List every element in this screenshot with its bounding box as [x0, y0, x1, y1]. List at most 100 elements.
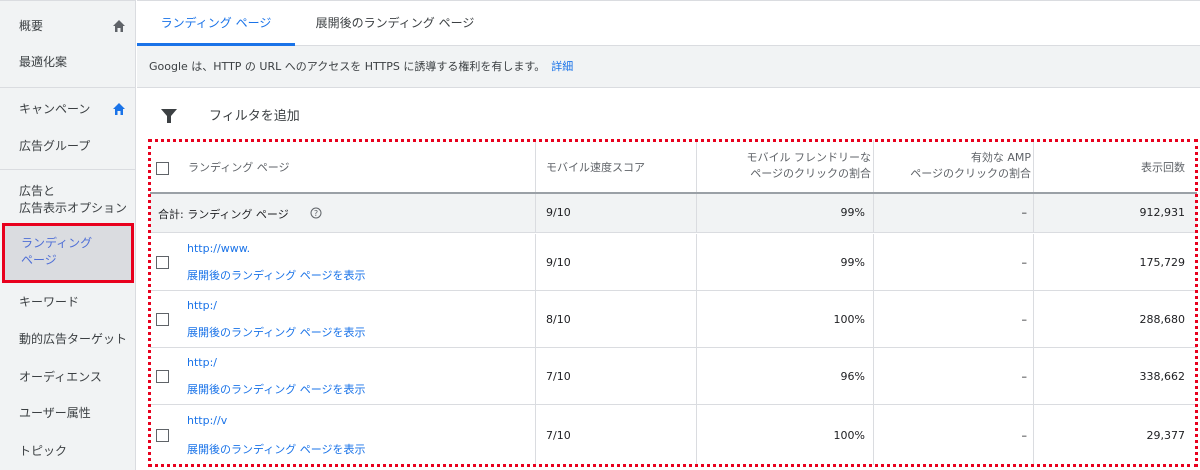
speed-score: 7/10: [546, 429, 571, 442]
landing-pages-table: ランディング ページ モバイル速度スコア モバイル フレンドリーな ページのクリ…: [150, 140, 1197, 467]
header-line: ページのクリックの割合: [750, 167, 871, 180]
filter-bar: フィルタを追加: [137, 89, 1200, 139]
column-divider: [535, 140, 536, 192]
total-speed-score: 9/10: [546, 206, 571, 219]
sidebar-item-label: 最適化案: [19, 55, 68, 69]
column-divider: [696, 405, 697, 465]
column-divider: [535, 291, 536, 347]
sidebar-item-ads-extensions[interactable]: 広告と 広告表示オプション: [0, 183, 136, 217]
row-checkbox[interactable]: [156, 313, 169, 326]
sidebar-item-label: ユーザー属性: [19, 406, 91, 420]
column-divider: [1033, 291, 1034, 347]
column-divider: [535, 348, 536, 404]
sidebar-item-label: 概要: [19, 19, 44, 33]
sidebar-item-label: 広告グループ: [19, 139, 91, 153]
impressions: 338,662: [1139, 370, 1186, 383]
total-row: 合計: ランディング ページ ? 9/10 99% – 912,931: [150, 194, 1197, 233]
column-divider: [873, 194, 874, 232]
landing-page-url-link[interactable]: http:/: [187, 299, 217, 312]
column-divider: [696, 348, 697, 404]
sidebar-item-label: ページ: [21, 253, 57, 267]
show-expanded-landing-pages-link[interactable]: 展開後のランディング ページを表示: [187, 441, 366, 457]
sidebar-item-label: 広告と: [19, 184, 56, 198]
table-row: http://v 展開後のランディング ページを表示 7/10 100% – 2…: [150, 405, 1197, 465]
amp-rate: –: [1021, 429, 1028, 442]
landing-page-url-link[interactable]: http:/: [187, 356, 217, 369]
filter-icon[interactable]: [161, 109, 177, 123]
table-header-row: ランディング ページ モバイル速度スコア モバイル フレンドリーな ページのクリ…: [150, 140, 1197, 194]
column-header-mobile-friendly[interactable]: モバイル フレンドリーな ページのクリックの割合: [747, 150, 872, 182]
column-divider: [696, 234, 697, 290]
column-divider: [873, 405, 874, 465]
sidebar-item-label: オーディエンス: [19, 370, 102, 384]
mobile-friendly-rate: 100%: [833, 313, 865, 326]
details-link[interactable]: 詳細: [551, 60, 573, 73]
sidebar-item-label: ランディング: [21, 236, 93, 250]
column-divider: [535, 234, 536, 290]
column-divider: [873, 348, 874, 404]
impressions: 175,729: [1139, 256, 1186, 269]
amp-rate: –: [1021, 256, 1028, 269]
total-impressions: 912,931: [1139, 206, 1186, 219]
column-divider: [535, 405, 536, 465]
help-icon[interactable]: ?: [310, 207, 322, 219]
sidebar-item-overview[interactable]: 概要: [0, 18, 136, 35]
row-checkbox[interactable]: [156, 256, 169, 269]
table-row: http://www. 展開後のランディング ページを表示 9/10 99% –…: [150, 234, 1197, 291]
mobile-friendly-rate: 100%: [833, 429, 865, 442]
column-divider: [873, 291, 874, 347]
https-notice-banner: Google は、HTTP の URL へのアクセスを HTTPS に誘導する権…: [137, 46, 1200, 88]
landing-page-url-link[interactable]: http://v: [187, 414, 227, 427]
row-checkbox[interactable]: [156, 370, 169, 383]
column-divider: [1033, 140, 1034, 192]
sidebar-item-landing-pages[interactable]: ランディング ページ: [2, 223, 134, 283]
sidebar-item-dynamic-ad-targets[interactable]: 動的広告ターゲット: [0, 331, 136, 348]
amp-rate: –: [1021, 313, 1028, 326]
speed-score: 9/10: [546, 256, 571, 269]
sidebar-item-demographics[interactable]: ユーザー属性: [0, 405, 136, 422]
table-row: http:/ 展開後のランディング ページを表示 7/10 96% – 338,…: [150, 348, 1197, 405]
total-amp: –: [1021, 206, 1028, 219]
show-expanded-landing-pages-link[interactable]: 展開後のランディング ページを表示: [187, 324, 366, 340]
column-divider: [873, 234, 874, 290]
column-header-valid-amp[interactable]: 有効な AMP ページのクリックの割合: [910, 150, 1031, 182]
sidebar-item-recommendations[interactable]: 最適化案: [0, 54, 136, 71]
sidebar-item-label: 動的広告ターゲット: [19, 332, 128, 346]
sidebar-item-label: キャンペーン: [19, 102, 91, 116]
total-mobile-friendly: 99%: [840, 206, 865, 219]
column-header-mobile-speed-score[interactable]: モバイル速度スコア: [546, 160, 645, 176]
column-header-impressions[interactable]: 表示回数: [1141, 160, 1185, 176]
home-icon: [113, 20, 125, 32]
sidebar-item-topics[interactable]: トピック: [0, 443, 136, 460]
sidebar-item-campaigns[interactable]: キャンペーン: [0, 101, 136, 118]
landing-page-url-link[interactable]: http://www.: [187, 242, 250, 255]
tab-expanded-landing-pages[interactable]: 展開後のランディング ページ: [301, 1, 489, 46]
column-divider: [1033, 348, 1034, 404]
sidebar-item-keywords[interactable]: キーワード: [0, 294, 136, 311]
show-expanded-landing-pages-link[interactable]: 展開後のランディング ページを表示: [187, 267, 366, 283]
header-line: モバイル フレンドリーな: [746, 151, 872, 164]
column-divider: [696, 291, 697, 347]
svg-text:?: ?: [314, 209, 318, 218]
tab-landing-pages[interactable]: ランディング ページ: [137, 1, 295, 46]
column-divider: [873, 140, 874, 192]
mobile-friendly-rate: 99%: [840, 256, 865, 269]
column-header-landing-page[interactable]: ランディング ページ: [188, 160, 290, 176]
sidebar-item-ad-groups[interactable]: 広告グループ: [0, 138, 136, 155]
column-divider: [1033, 234, 1034, 290]
sidebar-item-audiences[interactable]: オーディエンス: [0, 369, 136, 386]
impressions: 288,680: [1139, 313, 1186, 326]
show-expanded-landing-pages-link[interactable]: 展開後のランディング ページを表示: [187, 381, 366, 397]
column-divider: [1033, 194, 1034, 232]
impressions: 29,377: [1146, 429, 1186, 442]
table-row: http:/ 展開後のランディング ページを表示 8/10 100% – 288…: [150, 291, 1197, 348]
speed-score: 8/10: [546, 313, 571, 326]
sidebar-divider: [0, 169, 136, 170]
select-all-checkbox[interactable]: [156, 162, 169, 175]
column-divider: [1033, 405, 1034, 465]
add-filter-button[interactable]: フィルタを追加: [209, 105, 300, 124]
sidebar-item-label: トピック: [19, 444, 68, 458]
column-divider: [696, 140, 697, 192]
row-checkbox[interactable]: [156, 429, 169, 442]
page-tabs: ランディング ページ 展開後のランディング ページ: [137, 0, 1200, 46]
